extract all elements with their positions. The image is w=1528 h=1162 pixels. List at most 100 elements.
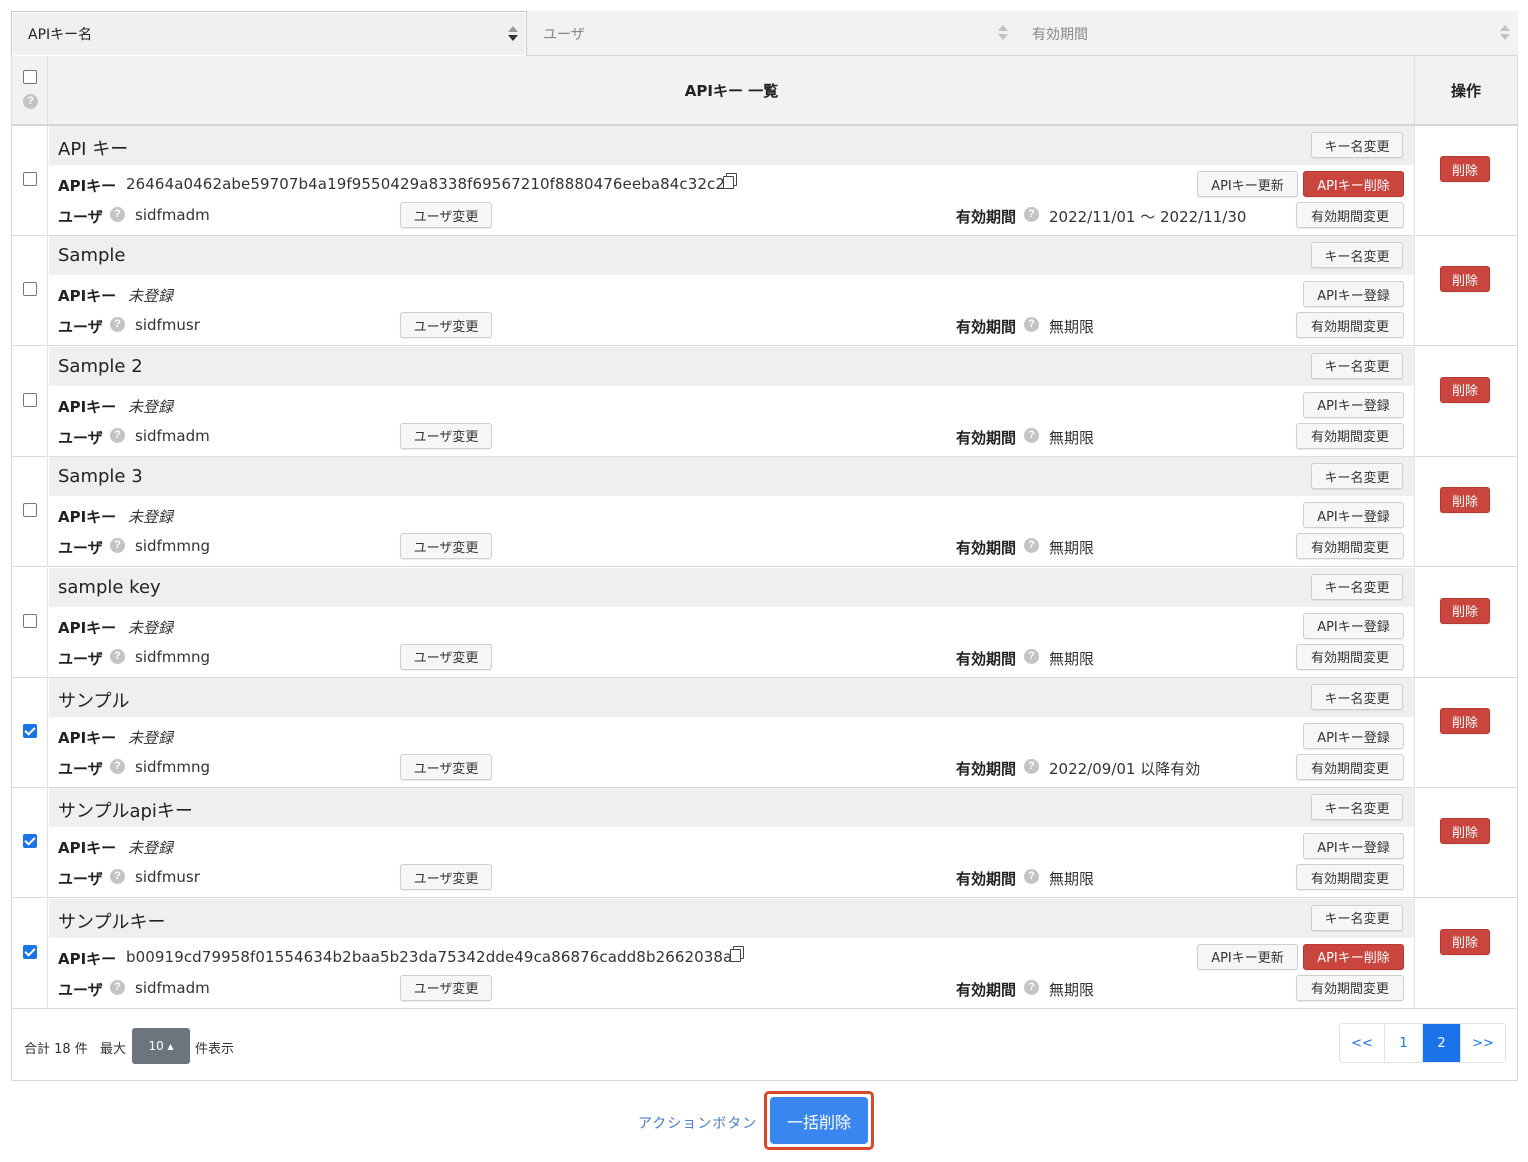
row-checkbox[interactable]	[23, 172, 37, 186]
help-icon[interactable]: ?	[1024, 648, 1039, 664]
sort-apikey-name[interactable]: APIキー名	[11, 11, 527, 56]
period-value: 無期限	[1049, 539, 1095, 558]
rename-button[interactable]: キー名変更	[1311, 573, 1403, 600]
help-icon[interactable]: ?	[1024, 207, 1039, 222]
period-label: 有効期間	[956, 208, 1017, 226]
help-icon[interactable]: ?	[1024, 759, 1039, 774]
apikey-register-button[interactable]: APIキー登録	[1303, 391, 1404, 418]
user-change-button[interactable]: ユーザ変更	[400, 643, 492, 670]
per-page-dropdown[interactable]: 10 ▴	[132, 1028, 190, 1064]
help-icon[interactable]: ?	[110, 317, 125, 333]
rename-button[interactable]: キー名変更	[1311, 463, 1403, 490]
sort-period[interactable]: 有効期間	[1016, 11, 1518, 56]
period-change-button[interactable]: 有効期間変更	[1296, 864, 1404, 891]
row-ops-cell: 削除	[1414, 457, 1517, 568]
period-change-button[interactable]: 有効期間変更	[1296, 202, 1404, 228]
row-checkbox[interactable]	[23, 392, 37, 407]
user-change-button[interactable]: ユーザ変更	[400, 312, 492, 339]
row-checkbox[interactable]	[23, 834, 37, 849]
sort-arrows-icon	[1500, 25, 1510, 41]
delete-button[interactable]: 削除	[1440, 266, 1490, 293]
rename-button[interactable]: キー名変更	[1311, 352, 1403, 379]
apikey-register-button[interactable]: APIキー登録	[1303, 612, 1404, 639]
help-icon[interactable]: ?	[110, 538, 125, 554]
user-change-button[interactable]: ユーザ変更	[400, 974, 492, 1001]
help-icon[interactable]: ?	[110, 979, 125, 995]
key-name: API キー	[58, 139, 129, 160]
key-name: サンプルキー	[58, 911, 166, 933]
user-label: ユーザ	[58, 318, 103, 337]
period-label: 有効期間	[956, 870, 1017, 889]
row-checkbox[interactable]	[23, 282, 37, 297]
rename-button[interactable]: キー名変更	[1311, 794, 1403, 821]
help-icon[interactable]: ?	[1024, 869, 1039, 885]
row-select-cell	[12, 678, 48, 788]
copy-icon[interactable]	[730, 945, 744, 962]
help-icon[interactable]: ?	[110, 427, 125, 443]
period-change-button[interactable]: 有効期間変更	[1296, 533, 1404, 560]
rename-button[interactable]: キー名変更	[1311, 684, 1403, 710]
user-change-button[interactable]: ユーザ変更	[400, 754, 492, 780]
help-icon[interactable]: ?	[110, 869, 125, 885]
apikey-register-button[interactable]: APIキー登録	[1303, 833, 1404, 860]
help-icon[interactable]: ?	[110, 648, 125, 664]
period-change-button[interactable]: 有効期間変更	[1296, 422, 1404, 449]
apikey-register-button[interactable]: APIキー登録	[1303, 502, 1404, 529]
apikey-value: 未登録	[128, 618, 174, 637]
help-icon[interactable]: ?	[1024, 538, 1039, 554]
table-row: Sample キー名変更 APIキー 未登録 APIキー登録 ユーザ? sidfmusr ユー…	[12, 236, 1517, 347]
select-all-checkbox[interactable]	[23, 70, 37, 84]
user-value: sidfmadm	[135, 978, 210, 997]
delete-button[interactable]: 削除	[1440, 597, 1490, 624]
page-2[interactable]: 2	[1423, 1024, 1461, 1062]
row-checkbox[interactable]	[23, 724, 37, 738]
help-icon[interactable]: ?	[1024, 317, 1039, 333]
period-change-button[interactable]: 有効期間変更	[1296, 312, 1404, 339]
delete-button[interactable]: 削除	[1440, 818, 1490, 845]
help-icon[interactable]: ?	[23, 94, 38, 109]
key-name: sample key	[58, 576, 161, 598]
copy-icon[interactable]	[723, 173, 737, 189]
bulk-delete-button[interactable]: 一括削除	[770, 1097, 868, 1144]
rename-button[interactable]: キー名変更	[1311, 242, 1403, 269]
row-checkbox[interactable]	[23, 503, 37, 518]
help-icon[interactable]: ?	[110, 207, 125, 222]
user-change-button[interactable]: ユーザ変更	[400, 422, 492, 449]
user-change-button[interactable]: ユーザ変更	[400, 202, 492, 228]
page-first[interactable]: <<	[1340, 1024, 1385, 1062]
help-icon[interactable]: ?	[110, 759, 125, 774]
page-last[interactable]: >>	[1461, 1024, 1505, 1062]
user-change-button[interactable]: ユーザ変更	[400, 533, 492, 560]
apikey-update-button[interactable]: APIキー更新	[1197, 943, 1298, 970]
sort-user[interactable]: ユーザ	[527, 11, 1016, 56]
page-1[interactable]: 1	[1385, 1024, 1423, 1062]
rename-button[interactable]: キー名変更	[1311, 904, 1403, 931]
delete-button[interactable]: 削除	[1440, 928, 1490, 955]
period-change-button[interactable]: 有効期間変更	[1296, 974, 1404, 1001]
period-change-button[interactable]: 有効期間変更	[1296, 643, 1404, 670]
row-select-cell	[12, 236, 48, 347]
apikey-delete-button[interactable]: APIキー削除	[1303, 171, 1404, 197]
apikey-delete-button[interactable]: APIキー削除	[1303, 943, 1404, 970]
row-checkbox[interactable]	[23, 944, 37, 959]
help-icon[interactable]: ?	[1024, 979, 1039, 995]
delete-button[interactable]: 削除	[1440, 487, 1490, 514]
apikey-register-button[interactable]: APIキー登録	[1303, 723, 1404, 749]
period-label: 有効期間	[956, 539, 1017, 558]
apikey-update-button[interactable]: APIキー更新	[1197, 171, 1298, 197]
help-icon[interactable]: ?	[1024, 427, 1039, 443]
rename-button[interactable]: キー名変更	[1311, 132, 1403, 158]
user-change-button[interactable]: ユーザ変更	[400, 864, 492, 891]
delete-button[interactable]: 削除	[1440, 156, 1490, 182]
row-content: Sample キー名変更 APIキー 未登録 APIキー登録 ユーザ? sidfmusr ユー…	[49, 236, 1414, 346]
apikey-register-button[interactable]: APIキー登録	[1303, 281, 1404, 308]
action-buttons-label: アクションボタン	[638, 1116, 758, 1132]
sort-arrows-icon	[998, 25, 1008, 41]
key-name-bar: API キー キー名変更	[49, 126, 1414, 165]
row-checkbox[interactable]	[23, 613, 37, 628]
row-ops-cell: 削除	[1414, 346, 1517, 457]
delete-button[interactable]: 削除	[1440, 708, 1490, 734]
period-change-button[interactable]: 有効期間変更	[1296, 754, 1404, 780]
apikey-value: 未登録	[128, 287, 174, 306]
delete-button[interactable]: 削除	[1440, 376, 1490, 403]
